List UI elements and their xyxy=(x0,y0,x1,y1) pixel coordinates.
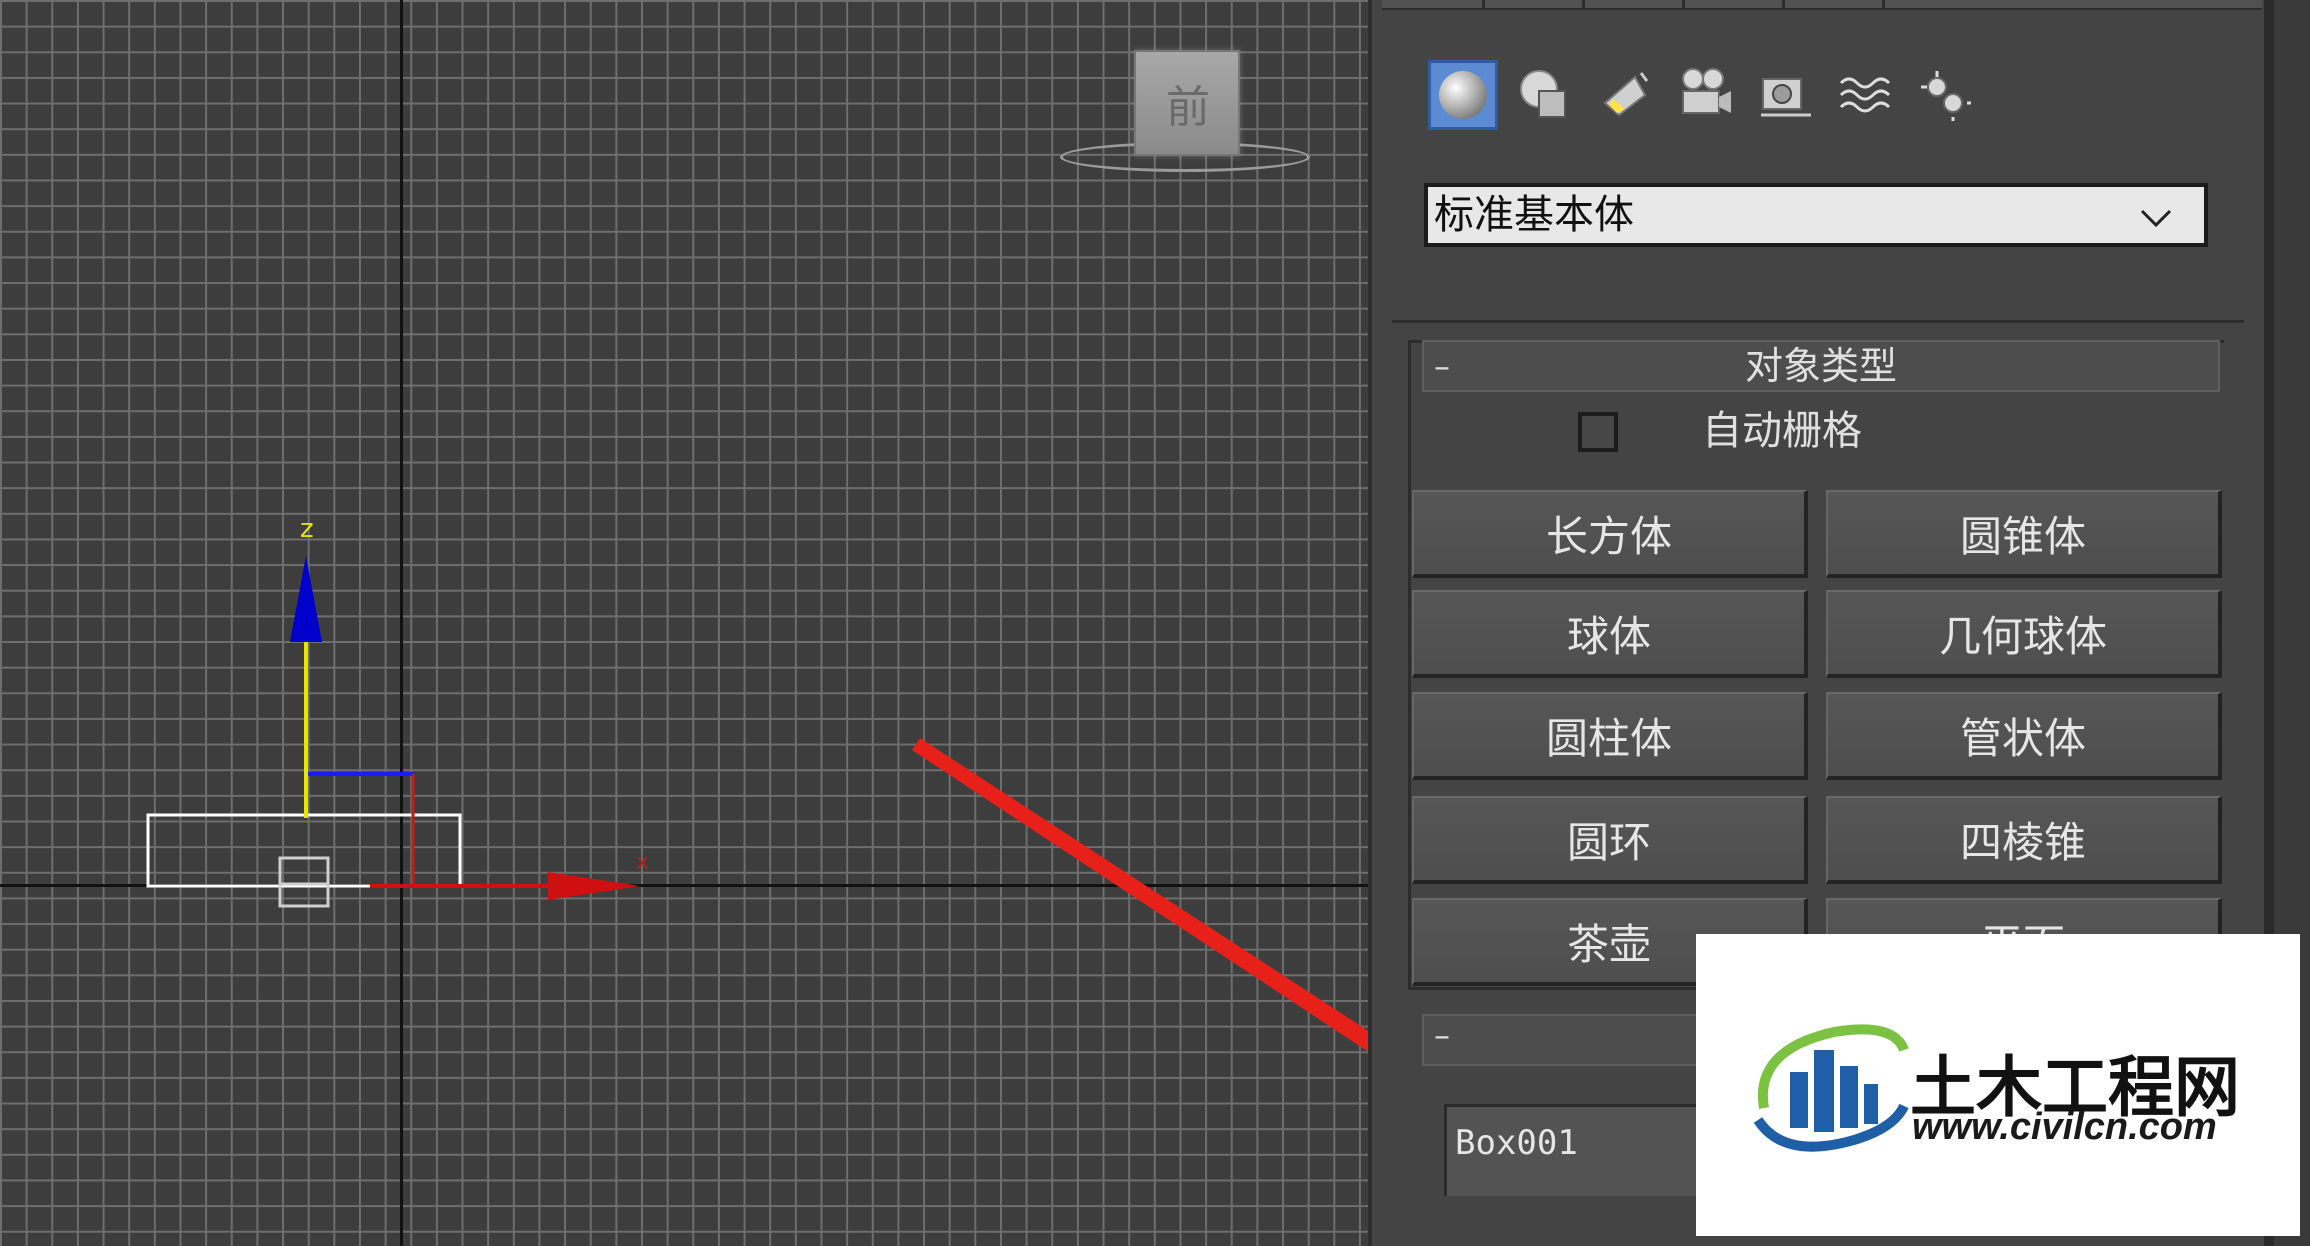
gizmo-z-arrowhead xyxy=(290,556,322,642)
pyramid-button-label: 四棱锥 xyxy=(1959,817,2086,867)
civilcn-logo-icon xyxy=(1753,1024,1909,1152)
torus-button-label: 圆环 xyxy=(1566,817,1651,867)
sphere-button-label: 球体 xyxy=(1566,611,1651,661)
geosphere-button-label: 几何球体 xyxy=(1938,611,2107,661)
geometry-sphere-icon[interactable] xyxy=(1428,60,1498,130)
tube-button-label: 管状体 xyxy=(1959,713,2086,763)
lights-icon[interactable] xyxy=(1590,60,1660,130)
teapot-button-label: 茶壶 xyxy=(1566,919,1651,969)
pyramid-button[interactable]: 四棱锥 xyxy=(1826,796,2222,884)
gizmo-z-label: z xyxy=(300,514,314,544)
geosphere-button[interactable]: 几何球体 xyxy=(1826,590,2222,678)
spacewarps-icon[interactable] xyxy=(1830,60,1900,130)
tube-button[interactable]: 管状体 xyxy=(1826,692,2222,780)
front-viewport[interactable]: 前 z x xyxy=(0,0,1368,1246)
systems-icon[interactable] xyxy=(1910,60,1980,130)
autogrid-checkbox[interactable] xyxy=(1578,412,1618,452)
cone-button-label: 圆锥体 xyxy=(1959,511,2086,561)
helpers-icon[interactable] xyxy=(1750,60,1820,130)
cylinder-button[interactable]: 圆柱体 xyxy=(1412,692,1808,780)
pivot-square xyxy=(278,856,330,908)
gizmo-x-label: x xyxy=(636,850,650,875)
autogrid-label: 自动栅格 xyxy=(1702,408,1862,454)
cylinder-button-label: 圆柱体 xyxy=(1545,713,1672,763)
object-name-value: Box001 xyxy=(1455,1123,1578,1163)
panel-tabs[interactable] xyxy=(1382,0,2262,10)
rollout-collapse-toggle[interactable]: – xyxy=(1434,342,1450,390)
site-watermark: 土木工程网 www.civilcn.com xyxy=(1696,934,2300,1236)
shapes-icon[interactable] xyxy=(1510,60,1580,130)
annotation-arrow xyxy=(912,738,1368,1052)
sphere-button[interactable]: 球体 xyxy=(1412,590,1808,678)
rollout-collapse-toggle-name[interactable]: – xyxy=(1434,1016,1450,1054)
panel-divider xyxy=(1392,320,2244,323)
dropdown-selected-value: 标准基本体 xyxy=(1434,192,1634,238)
chevron-down-icon xyxy=(2140,209,2172,228)
watermark-site-url: www.civilcn.com xyxy=(1912,1106,2217,1148)
gizmo-x-arrowhead xyxy=(548,872,640,900)
torus-button[interactable]: 圆环 xyxy=(1412,796,1808,884)
cone-button[interactable]: 圆锥体 xyxy=(1826,490,2222,578)
box-button-label: 长方体 xyxy=(1545,511,1672,561)
box-object-gizmo[interactable] xyxy=(0,0,1368,1246)
object-category-dropdown[interactable]: 标准基本体 xyxy=(1424,183,2208,247)
rollout-title: 对象类型 xyxy=(1744,344,1897,388)
cameras-icon[interactable] xyxy=(1670,60,1740,130)
box-button[interactable]: 长方体 xyxy=(1412,490,1808,578)
rollout-header-object-type[interactable]: – 对象类型 xyxy=(1422,340,2220,392)
